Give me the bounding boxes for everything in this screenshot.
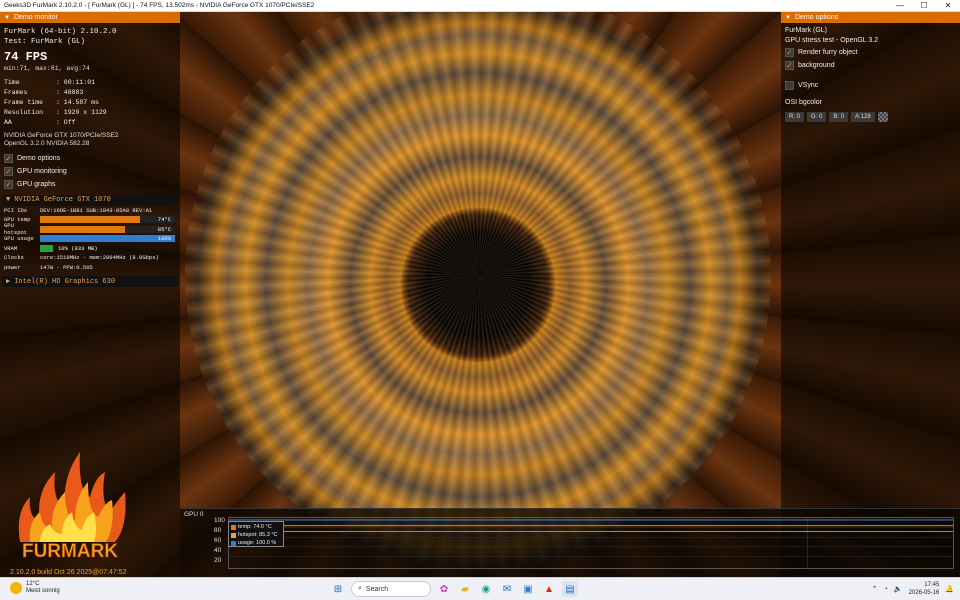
- collapse-arrow-icon: ▼: [4, 14, 10, 21]
- bgcolor-label: OSI bgcolor: [785, 99, 822, 106]
- window-title: Geeks3D FurMark 2.10.2.0 - [ FurMark (GL…: [4, 2, 315, 9]
- demo-description: GPU stress test - OpenGL 3.2: [785, 37, 879, 44]
- gpu-hotspot-row: GPU hotspot 85°C: [0, 222, 180, 236]
- fps-counter: 74 FPS: [4, 50, 48, 64]
- power-row: power 147W - PPW:0.505: [4, 263, 93, 271]
- demo-monitor-panel: ▼ Demo monitor FurMark (64-bit) 2.10.2.0 …: [0, 12, 180, 577]
- g-field[interactable]: G: 0: [807, 112, 827, 122]
- opengl-info: OpenGL 3.2.0 NVIDIA 582.28: [4, 140, 90, 147]
- bgcolor-picker: R: 0 G: 0 B: 0 A:128: [781, 112, 960, 122]
- clocks-row: Clocks core:1519MHz - mem:2004MHz (8.0Gbp…: [4, 254, 159, 262]
- system-tray: ⌃ ◔ 🔈 17:45 2026-05-16 🔔: [872, 581, 954, 597]
- gpu2-section-header[interactable]: ▶ Intel(R) HD Graphics 630: [2, 276, 178, 287]
- a-field[interactable]: A:128: [851, 112, 875, 122]
- gpu-temp-bar: 74°C: [40, 216, 175, 224]
- demo-monitor-header[interactable]: ▼ Demo monitor: [0, 12, 180, 23]
- start-icon[interactable]: ⊞: [330, 581, 346, 597]
- search-icon: ⌕: [358, 585, 362, 592]
- b-field[interactable]: B: 0: [829, 112, 849, 122]
- unchecked-box-icon: [785, 81, 794, 90]
- legend-item: hotspot: 85.3 °C: [231, 531, 281, 539]
- y-tick: 40: [214, 547, 222, 554]
- stat-row: Time: 00:11:01: [4, 78, 96, 86]
- app-version: FurMark (64-bit) 2.10.2.0: [4, 28, 117, 36]
- network-icon[interactable]: ◔: [884, 586, 888, 593]
- outlook-icon[interactable]: ✉: [499, 581, 515, 597]
- edge-icon[interactable]: ◉: [478, 581, 494, 597]
- graph-legend: temp: 74.0 °C hotspot: 85.3 °C usage: 10…: [228, 521, 284, 547]
- svg-text:FURMARK: FURMARK: [22, 541, 118, 562]
- graph-plot: [228, 517, 954, 569]
- gpu-usage-row: GPU usage 100%: [0, 234, 180, 244]
- sun-icon: [10, 582, 22, 594]
- gpu-section-header[interactable]: ▼ NVIDIA GeForce GTX 1070: [2, 194, 178, 206]
- test-name: Test: FurMark (GL): [4, 38, 86, 46]
- collapse-arrow-icon: ▼: [785, 14, 791, 21]
- demo-options-checkbox[interactable]: ✓ Demo options: [0, 152, 180, 165]
- check-icon: ✓: [4, 153, 13, 163]
- demo-monitor-title: Demo monitor: [13, 14, 58, 21]
- y-tick: 80: [214, 527, 222, 534]
- stat-row: AA: Off: [4, 118, 76, 126]
- color-swatch-icon[interactable]: [877, 112, 888, 122]
- y-tick: 20: [214, 557, 222, 564]
- store-icon[interactable]: ▣: [520, 581, 536, 597]
- windows-taskbar: 12°C Meist sonnig ⊞ ⌕ Search ✿ ▰ ◉ ✉ ▣ ▲ ▤…: [0, 577, 960, 600]
- r-field[interactable]: R: 0: [785, 112, 805, 122]
- graph-label: GPU 0: [184, 511, 204, 518]
- demo-options-header[interactable]: ▼ Demo options: [781, 12, 960, 23]
- vsync-checkbox[interactable]: VSync: [781, 79, 960, 92]
- check-icon: ✓: [785, 61, 794, 70]
- gpu-usage-bar: 100%: [40, 235, 175, 243]
- stat-row: Resolution: 1920 x 1129: [4, 108, 107, 116]
- expand-arrow-icon: ▼: [6, 196, 11, 204]
- taskbar-search[interactable]: ⌕ Search: [351, 581, 431, 597]
- build-info: 2.10.2.0 build Oct 26 2025@07:47:52: [10, 569, 127, 576]
- render-furry-object-checkbox[interactable]: ✓ Render furry object: [781, 46, 960, 59]
- demo-options-panel: ▼ Demo options FurMark (GL) GPU stress te…: [781, 12, 960, 577]
- app-taskbar-icon[interactable]: ▤: [562, 581, 578, 597]
- furry-donut-object: [185, 12, 771, 568]
- check-icon: ✓: [4, 166, 13, 176]
- clock[interactable]: 17:45 2026-05-16: [909, 581, 940, 597]
- volume-icon[interactable]: 🔈: [894, 585, 903, 593]
- furmark-taskbar-icon[interactable]: ▲: [541, 581, 557, 597]
- gpu-graph: GPU 0 100 80 60 40 20 temp: 74.0 °C hots…: [180, 508, 960, 577]
- notifications-icon[interactable]: 🔔: [945, 585, 954, 593]
- taskbar-apps: ⊞ ⌕ Search ✿ ▰ ◉ ✉ ▣ ▲ ▤: [330, 581, 578, 597]
- check-icon: ✓: [785, 48, 794, 57]
- minimize-button[interactable]: —: [888, 0, 912, 12]
- furmark-logo: FURMARK: [18, 452, 126, 562]
- legend-item: usage: 100.0 %: [231, 539, 281, 547]
- file-explorer-icon[interactable]: ▰: [457, 581, 473, 597]
- stat-row: Frame time: 14.587 ms: [4, 98, 99, 106]
- window-titlebar: Geeks3D FurMark 2.10.2.0 - [ FurMark (GL…: [0, 0, 960, 12]
- stat-row: Frames: 48883: [4, 88, 84, 96]
- y-tick: 60: [214, 537, 222, 544]
- fps-stats: min:71, max:81, avg:74: [4, 65, 90, 72]
- background-checkbox[interactable]: ✓ background: [781, 59, 960, 72]
- vram-row: VRAM 10% (833 MB): [0, 244, 180, 254]
- expand-arrow-icon: ▶: [6, 278, 11, 286]
- stats-list: Time: 00:11:01 Frames: 48883 Frame time:…: [0, 78, 180, 128]
- vram-bar: 10% (833 MB): [40, 244, 175, 252]
- renderer-info: NVIDIA GeForce GTX 1070/PCIe/SSE2: [4, 131, 119, 139]
- chevron-up-icon[interactable]: ⌃: [872, 585, 878, 593]
- maximize-button[interactable]: ☐: [912, 0, 936, 12]
- weather-widget[interactable]: 12°C Meist sonnig: [10, 581, 60, 595]
- weather-desc: Meist sonnig: [26, 588, 60, 594]
- demo-name: FurMark (GL): [785, 27, 827, 34]
- close-button[interactable]: ✕: [936, 0, 960, 12]
- gpu-graphs-checkbox[interactable]: ✓ GPU graphs: [0, 178, 180, 191]
- pci-row: PCI IDs DEV:10DE-1B81 SUB:1043-85A0 REV:A…: [4, 206, 153, 214]
- copilot-icon[interactable]: ✿: [436, 581, 452, 597]
- gpu-monitoring-checkbox[interactable]: ✓ GPU monitoring: [0, 165, 180, 178]
- weather-temp: 12°C: [26, 581, 40, 587]
- legend-item: temp: 74.0 °C: [231, 523, 281, 531]
- y-tick: 100: [214, 517, 225, 524]
- gpu-hotspot-bar: 85°C: [40, 225, 175, 233]
- check-icon: ✓: [4, 179, 13, 189]
